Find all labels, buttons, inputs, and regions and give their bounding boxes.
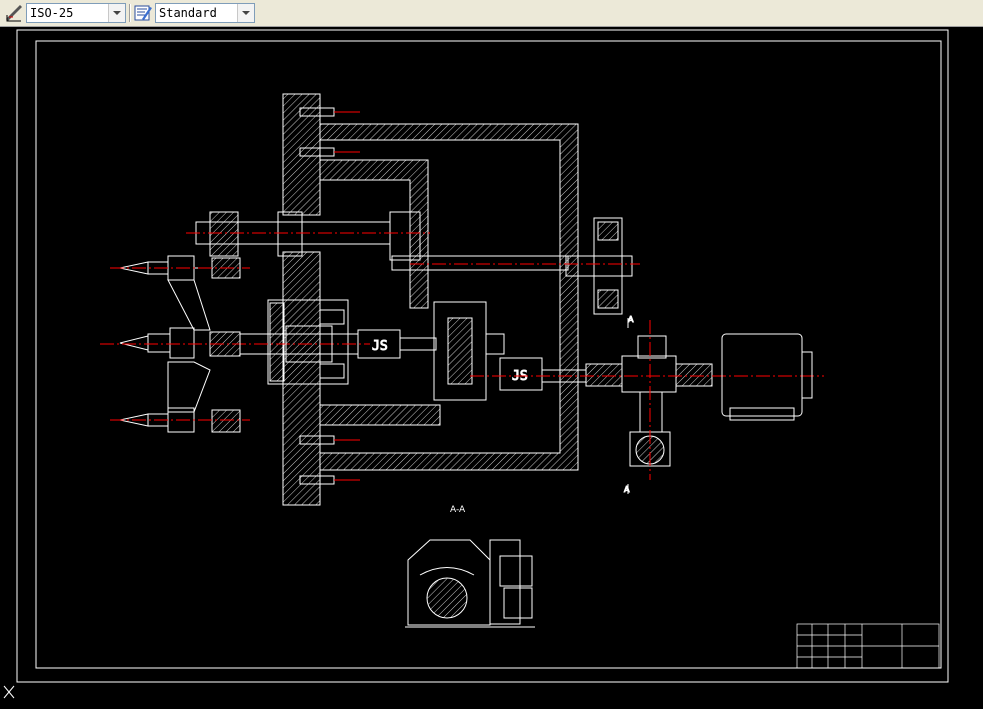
text-style-value: Standard bbox=[159, 6, 217, 20]
chevron-down-icon[interactable] bbox=[237, 4, 254, 22]
chevron-down-icon[interactable] bbox=[108, 4, 125, 22]
ucs-icon bbox=[3, 685, 15, 699]
coupling-label-1: JS bbox=[372, 339, 388, 354]
styles-toolbar: ISO-25 Standard bbox=[0, 0, 983, 27]
motor bbox=[721, 333, 813, 421]
section-view-a-a: A-A bbox=[405, 505, 535, 628]
dimension-style-value: ISO-25 bbox=[30, 6, 74, 20]
pulley bbox=[410, 217, 640, 315]
dimension-style-combo[interactable]: ISO-25 bbox=[26, 3, 126, 23]
brake-assembly: A A bbox=[624, 315, 671, 495]
text-style-icon[interactable] bbox=[133, 3, 153, 23]
toolbar-separator bbox=[129, 4, 131, 22]
upper-shaft bbox=[186, 211, 569, 271]
section-label: A-A bbox=[450, 505, 466, 515]
drawing-canvas[interactable]: JS JS A A A-A bbox=[0, 27, 983, 704]
text-style-combo[interactable]: Standard bbox=[155, 3, 255, 23]
dimension-style-icon[interactable] bbox=[4, 3, 24, 23]
section-mark-top: A bbox=[628, 315, 634, 324]
section-mark-bottom: A bbox=[624, 485, 630, 494]
title-block bbox=[796, 623, 940, 669]
gearbox: JS bbox=[433, 301, 543, 401]
